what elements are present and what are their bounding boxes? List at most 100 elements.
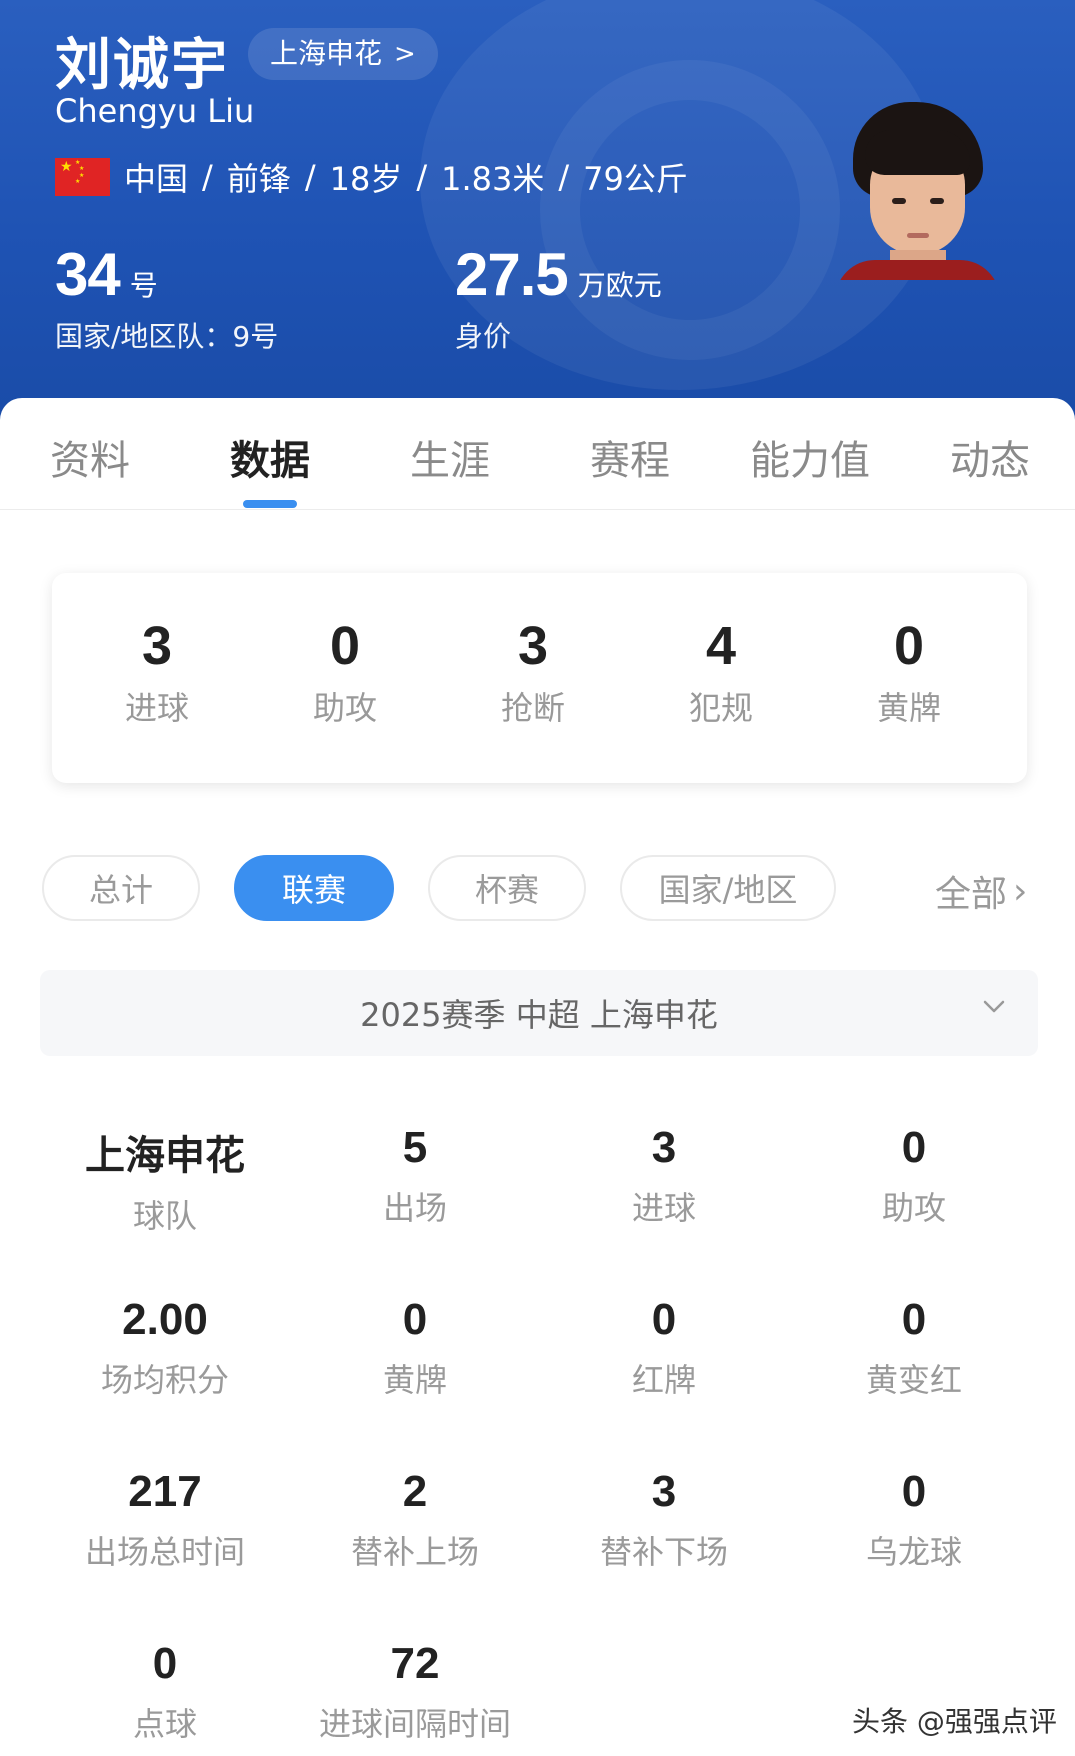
stat-value: 72	[390, 1639, 440, 1688]
stat-label: 出场总时间	[84, 1533, 245, 1571]
filter-league[interactable]: 联赛	[234, 855, 394, 921]
stat-label: 黄牌	[382, 1361, 447, 1399]
filter-total[interactable]: 总计	[42, 855, 200, 921]
season-selector[interactable]: 2025赛季 中超 上海申花	[40, 970, 1038, 1056]
stat-minutes-played: 217 出场总时间	[45, 1467, 285, 1573]
height: 1.83米	[441, 160, 545, 198]
stat-yellow-cards: 0 黄牌	[295, 1295, 535, 1401]
stat-label: 助攻	[312, 689, 377, 727]
tab-ability[interactable]: 能力值	[750, 428, 870, 486]
all-competitions-link[interactable]: 全部 ›	[935, 865, 1027, 917]
stat-value: 0	[651, 1295, 677, 1344]
nationality: 中国	[124, 160, 189, 198]
stat-label: 乌龙球	[865, 1533, 962, 1571]
info-separator: /	[202, 158, 213, 196]
stat-own-goals: 0 乌龙球	[794, 1467, 1034, 1573]
market-value-unit: 万欧元	[577, 269, 662, 302]
summary-fouls: 4 犯规	[641, 615, 801, 729]
all-label: 全部	[935, 874, 1008, 915]
stat-label: 黄变红	[865, 1361, 962, 1399]
stat-label: 替补下场	[599, 1533, 728, 1571]
stat-value: 4	[705, 616, 737, 676]
stat-points-per-game: 2.00 场均积分	[45, 1295, 285, 1401]
stat-subbed-off: 3 替补下场	[544, 1467, 784, 1573]
stat-label: 助攻	[881, 1189, 946, 1227]
market-value: 27.5	[455, 241, 569, 308]
chevron-right-icon: >	[394, 39, 416, 69]
stat-appearances: 5 出场	[295, 1123, 535, 1229]
position: 前锋	[226, 160, 291, 198]
season-selector-value: 2025赛季 中超 上海申花	[360, 996, 718, 1034]
market-value-block: 27.5 万欧元 身价	[455, 240, 662, 355]
tab-schedule[interactable]: 赛程	[590, 428, 670, 486]
tab-data[interactable]: 数据	[230, 428, 310, 486]
shirt-number-unit: 号	[129, 269, 158, 302]
player-name-en: Chengyu Liu	[55, 92, 255, 130]
stat-value: 上海申花	[85, 1133, 245, 1179]
stat-assists: 0 助攻	[794, 1123, 1034, 1229]
stat-label: 犯规	[688, 689, 753, 727]
stat-value: 5	[402, 1123, 428, 1172]
stat-label: 球队	[132, 1197, 197, 1235]
shirt-number-block: 34 号 国家/地区队：9号	[55, 240, 278, 355]
filter-cup[interactable]: 杯赛	[428, 855, 586, 921]
stat-label: 场均积分	[100, 1361, 229, 1399]
stat-value: 3	[141, 616, 173, 676]
stat-goal-interval: 72 进球间隔时间	[295, 1639, 535, 1745]
stat-team: 上海申花 球队	[45, 1123, 285, 1237]
stat-value: 3	[517, 616, 549, 676]
club-name: 上海申花	[270, 37, 383, 70]
national-team-number: 国家/地区队：9号	[55, 320, 279, 353]
player-header: 刘诚宇 上海申花 > Chengyu Liu ★ ★ ★ ★ ★ 中国 / 前锋…	[0, 0, 1075, 420]
stat-label: 点球	[132, 1705, 197, 1743]
stat-value: 0	[901, 1295, 927, 1344]
stat-label: 进球	[631, 1189, 696, 1227]
market-value-label: 身价	[455, 320, 512, 353]
competition-filter-bar: 总计 联赛 杯赛 国家/地区 全部 ›	[0, 855, 1075, 921]
stat-value: 0	[893, 616, 925, 676]
filter-national[interactable]: 国家/地区	[620, 855, 836, 921]
tab-profile[interactable]: 资料	[50, 428, 130, 486]
stat-penalties: 0 点球	[45, 1639, 285, 1745]
stat-value: 2.00	[122, 1295, 208, 1344]
age: 18岁	[329, 160, 403, 198]
stat-value: 217	[128, 1467, 202, 1516]
stat-label: 红牌	[631, 1361, 696, 1399]
info-separator: /	[304, 158, 316, 196]
stat-value: 3	[651, 1467, 677, 1516]
tab-career[interactable]: 生涯	[410, 428, 490, 486]
chevron-right-icon: ›	[1013, 870, 1028, 912]
stat-value: 0	[402, 1295, 428, 1344]
source-watermark: 头条 @强强点评	[852, 1705, 1057, 1738]
summary-stats-card: 3 进球 0 助攻 3 抢断 4 犯规 0 黄牌	[52, 573, 1027, 783]
stat-label: 抢断	[500, 689, 565, 727]
tab-news[interactable]: 动态	[950, 428, 1030, 486]
stat-subbed-on: 2 替补上场	[295, 1467, 535, 1573]
stat-value: 2	[402, 1467, 428, 1516]
player-avatar	[835, 100, 1000, 280]
summary-tackles: 3 抢断	[453, 615, 613, 729]
info-separator: /	[558, 158, 570, 196]
summary-assists: 0 助攻	[265, 615, 425, 729]
summary-goals: 3 进球	[77, 615, 237, 729]
stat-goals: 3 进球	[544, 1123, 784, 1229]
china-flag-icon: ★ ★ ★ ★ ★	[55, 158, 110, 196]
content-sheet: 资料 数据 生涯 赛程 能力值 动态 3 进球 0 助攻 3 抢断 4 犯规 0…	[0, 398, 1075, 1756]
stat-label: 替补上场	[350, 1533, 479, 1571]
stat-value: 0	[152, 1639, 178, 1688]
player-info-line: ★ ★ ★ ★ ★ 中国 / 前锋 / 18岁 / 1.83米 / 79公斤	[55, 154, 688, 200]
stat-label: 出场	[382, 1189, 447, 1227]
stat-value: 3	[651, 1123, 677, 1172]
summary-yellow-cards: 0 黄牌	[829, 615, 989, 729]
tab-bar: 资料 数据 生涯 赛程 能力值 动态	[0, 398, 1075, 510]
shirt-number: 34	[55, 241, 121, 308]
stat-label: 黄牌	[876, 689, 941, 727]
stat-value: 0	[901, 1123, 927, 1172]
club-link[interactable]: 上海申花 >	[248, 28, 438, 80]
weight: 79公斤	[583, 160, 688, 198]
active-tab-indicator	[243, 500, 297, 508]
stat-label: 进球	[124, 689, 189, 727]
stat-value: 0	[901, 1467, 927, 1516]
player-name-cn: 刘诚宇	[55, 33, 229, 98]
chevron-down-icon	[983, 1000, 1005, 1013]
